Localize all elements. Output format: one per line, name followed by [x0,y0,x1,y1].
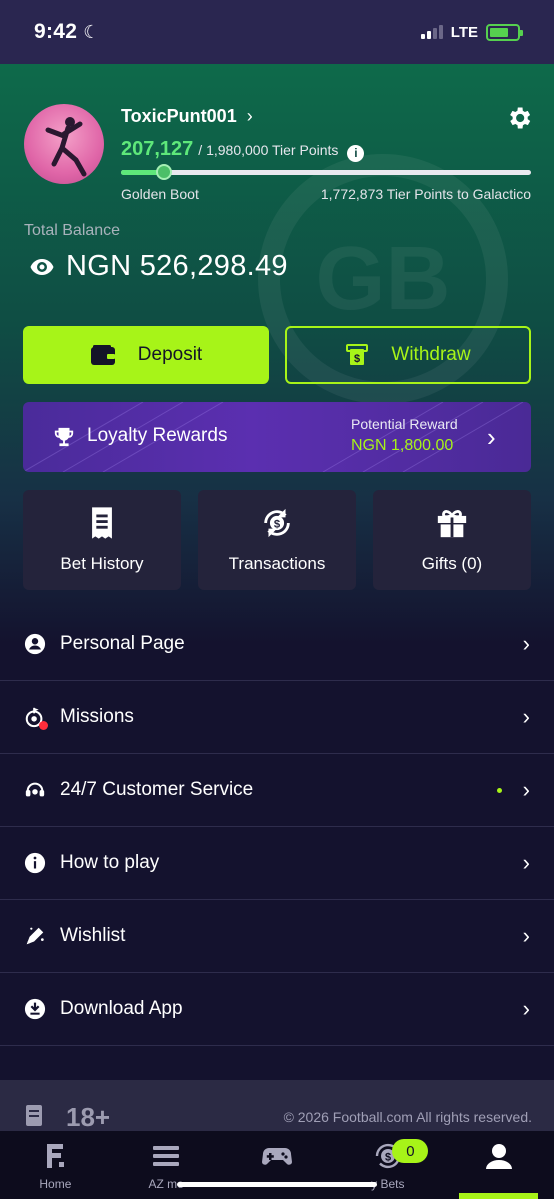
profile-icon [485,1144,512,1169]
chevron-right-icon: › [522,777,530,802]
battery-icon [486,23,523,41]
wallet-icon [90,345,115,365]
status-indicators: LTE [420,23,523,41]
menu-label: Download App [60,998,183,1019]
tile-label: Transactions [228,554,326,573]
chevron-right-icon: › [246,106,253,126]
svg-text:$: $ [274,518,281,530]
username-link[interactable]: ToxicPunt001 › [121,106,253,127]
tab-home[interactable]: Home [0,1131,111,1199]
active-tab-indicator [459,1193,538,1199]
avatar[interactable] [24,104,104,184]
missions-icon [24,706,48,730]
balance-row: NGN 526,298.49 [30,250,288,283]
trophy-icon [54,427,74,447]
loyalty-title: Loyalty Rewards [87,425,228,446]
headset-icon [25,782,45,797]
chevron-right-icon: › [487,422,496,452]
menu-label: Personal Page [60,633,185,654]
bottom-tab-bar: Home AZ me $ 0 y Bets [0,1131,554,1199]
chevron-right-icon: › [522,704,530,729]
next-tier-text: 1,772,873 Tier Points to Galactico [320,186,531,202]
tab-az-menu[interactable]: AZ me [111,1131,222,1199]
gifts-tile[interactable]: Gifts (0) [373,490,531,590]
network-label: LTE [450,23,478,41]
chevron-right-icon: › [522,631,530,656]
menu-label: Wishlist [60,925,126,946]
potential-reward-value: NGN 1,800.00 [351,437,454,454]
menu-item-how-to-play[interactable]: How to play › [0,827,554,900]
quick-tiles: Bet History $ Transactions Gifts (0) [23,490,531,590]
transactions-tile[interactable]: $ Transactions [198,490,356,590]
potential-reward-label: Potential Reward [351,416,458,432]
copyright: © 2026 Football.com All rights reserved. [283,1109,532,1125]
bets-count-badge: 0 [392,1139,429,1163]
tab-label: Home [39,1177,72,1191]
gamepad-icon [261,1148,292,1165]
menu-label: Missions [60,706,134,727]
menu-item-personal-page[interactable]: Personal Page › [0,608,554,681]
receipt-icon [92,507,112,539]
age-restriction-badge: 18+ [66,1102,111,1132]
tier-points-value: 207,127 [121,138,194,160]
tier-progress-knob [156,164,173,180]
home-icon [47,1144,65,1168]
footer: 18+ © 2026 Football.com All rights reser… [0,1080,554,1132]
deposit-button[interactable]: Deposit [23,326,269,384]
chevron-right-icon: › [522,996,530,1021]
bet-history-tile[interactable]: Bet History [23,490,181,590]
svg-text:$: $ [354,353,360,365]
chevron-right-icon: › [522,923,530,948]
balance-label: Total Balance [24,222,121,239]
current-tier: Golden Boot [121,186,199,202]
withdraw-cash-icon: $ [346,344,369,365]
balance-value: NGN 526,298.49 [66,250,288,282]
gear-icon[interactable] [505,104,533,132]
menu-item-wishlist[interactable]: Wishlist › [0,900,554,973]
username: ToxicPunt001 [121,106,237,126]
info-icon [24,852,46,874]
tier-points-total: / 1,980,000 Tier Points [198,142,339,158]
person-icon [24,633,46,655]
svg-text:$: $ [385,1152,391,1164]
home-indicator [177,1182,377,1187]
withdraw-button[interactable]: $ Withdraw [285,326,531,384]
deposit-label: Deposit [137,344,203,365]
tile-label: Gifts (0) [421,554,483,573]
tab-profile[interactable] [443,1131,554,1199]
download-icon [24,998,46,1020]
menu-item-download-app[interactable]: Download App › [0,973,554,1046]
menu-label: How to play [60,852,160,873]
wishlist-icon [26,927,44,945]
gift-icon [437,510,467,538]
tab-my-bets[interactable]: $ 0 y Bets [332,1131,443,1199]
notification-dot [39,721,48,730]
tile-label: Bet History [60,554,144,573]
tab-games[interactable] [222,1131,333,1199]
eye-icon[interactable] [30,258,54,276]
menu-icon [153,1146,180,1166]
withdraw-label: Withdraw [391,344,471,365]
menu-label: 24/7 Customer Service [60,779,254,800]
account-menu: Personal Page › Missions › 24/7 Customer… [0,608,554,1046]
status-bar: 9:42 ☾ LTE [0,0,554,64]
tier-progress-bar [121,164,531,180]
menu-item-missions[interactable]: Missions › [0,681,554,754]
online-dot [497,788,502,793]
signal-icon [420,25,443,39]
tier-points-row: 207,127 / 1,980,000 Tier Points i [121,138,365,162]
loyalty-rewards-banner[interactable]: Loyalty Rewards Potential Reward NGN 1,8… [23,402,531,472]
menu-item-customer-service[interactable]: 24/7 Customer Service › [0,754,554,827]
status-time: 9:42 [34,20,78,43]
document-icon [26,1105,42,1126]
info-icon[interactable]: i [347,144,365,162]
chevron-right-icon: › [522,850,530,875]
transactions-icon: $ [264,508,290,538]
moon-icon: ☾ [83,21,100,42]
